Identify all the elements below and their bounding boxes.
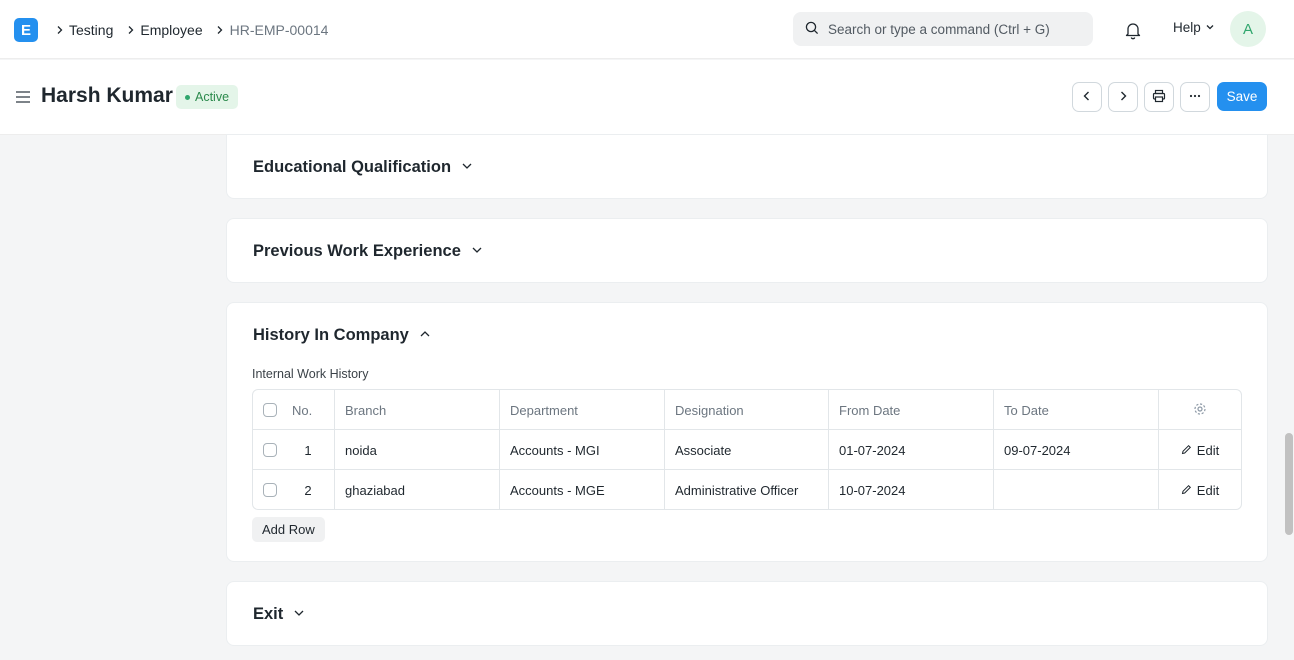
chevron-left-icon — [1081, 90, 1093, 105]
breadcrumb-testing[interactable]: Testing — [69, 22, 113, 38]
row-number: 1 — [304, 442, 312, 458]
search-bar[interactable] — [793, 12, 1093, 46]
column-header-department: Department — [500, 390, 665, 430]
column-header-designation: Designation — [665, 390, 829, 430]
help-label: Help — [1173, 20, 1201, 35]
status-label: Active — [195, 90, 230, 104]
save-button[interactable]: Save — [1217, 82, 1267, 111]
chevron-down-icon — [461, 158, 473, 177]
column-header-from-date: From Date — [829, 390, 994, 430]
cell-to-date[interactable] — [994, 470, 1159, 509]
exit-section: Exit — [226, 581, 1268, 646]
column-header-no: No. — [287, 390, 335, 430]
edit-row-button[interactable]: Edit — [1159, 430, 1241, 470]
search-input[interactable] — [828, 21, 1078, 37]
section-header-educational[interactable]: Educational Qualification — [253, 158, 473, 177]
section-title: History In Company — [253, 326, 409, 344]
previous-record-button[interactable] — [1072, 82, 1102, 112]
breadcrumb-employee[interactable]: Employee — [140, 22, 202, 38]
search-icon — [805, 21, 819, 38]
pencil-icon — [1181, 443, 1192, 458]
page-scrollbar[interactable] — [1284, 135, 1294, 660]
chevron-down-icon — [293, 605, 305, 624]
page-head: Harsh Kumar Active Save — [0, 60, 1294, 135]
section-header-previous-work[interactable]: Previous Work Experience — [253, 242, 483, 261]
cell-department[interactable]: Accounts - MGI — [500, 430, 665, 470]
printer-icon — [1152, 89, 1166, 106]
ellipsis-icon — [1188, 89, 1202, 106]
row-checkbox[interactable] — [263, 443, 277, 457]
breadcrumb-current[interactable]: HR-EMP-00014 — [230, 22, 329, 38]
edit-label: Edit — [1196, 482, 1220, 498]
next-record-button[interactable] — [1108, 82, 1138, 112]
app-logo[interactable]: E — [14, 18, 38, 42]
status-badge: Active — [176, 85, 239, 109]
cell-from-date[interactable]: 10-07-2024 — [829, 470, 994, 509]
section-title: Exit — [253, 605, 284, 623]
cell-to-date[interactable]: 09-07-2024 — [994, 430, 1159, 470]
edit-row-button[interactable]: Edit — [1159, 470, 1241, 509]
navbar: E Testing Employee HR-EMP-00014 Help A — [0, 0, 1294, 59]
add-row-button[interactable]: Add Row — [252, 517, 325, 542]
notification-bell-icon[interactable] — [1122, 19, 1144, 41]
more-actions-button[interactable] — [1180, 82, 1210, 112]
column-settings-button[interactable] — [1159, 390, 1241, 430]
section-title: Educational Qualification — [253, 158, 452, 176]
previous-work-experience-section: Previous Work Experience — [226, 218, 1268, 283]
table-header-row: No. Branch Department Designation From D… — [253, 390, 1241, 430]
scrollbar-thumb[interactable] — [1285, 433, 1293, 535]
table-row[interactable]: 1 noida Accounts - MGI Associate 01-07-2… — [253, 430, 1241, 470]
chevron-right-icon — [211, 25, 230, 35]
chevron-right-icon — [1117, 90, 1129, 105]
chevron-right-icon — [121, 25, 140, 35]
internal-work-history-label: Internal Work History — [252, 367, 369, 381]
cell-branch[interactable]: noida — [335, 430, 500, 470]
select-all-checkbox[interactable] — [263, 403, 277, 417]
status-dot-icon — [185, 94, 190, 100]
help-dropdown[interactable]: Help — [1173, 20, 1215, 35]
table-row[interactable]: 2 ghaziabad Accounts - MGE Administrativ… — [253, 470, 1241, 509]
chevron-up-icon — [419, 326, 431, 345]
cell-branch[interactable]: ghaziabad — [335, 470, 500, 509]
cell-from-date[interactable]: 01-07-2024 — [829, 430, 994, 470]
column-header-branch: Branch — [335, 390, 500, 430]
sidebar-toggle-icon[interactable] — [15, 89, 31, 105]
section-header-exit[interactable]: Exit — [253, 605, 305, 624]
section-header-history[interactable]: History In Company — [253, 326, 431, 345]
column-header-to-date: To Date — [994, 390, 1159, 430]
internal-work-history-table: No. Branch Department Designation From D… — [252, 389, 1242, 510]
cell-department[interactable]: Accounts - MGE — [500, 470, 665, 509]
cell-designation[interactable]: Administrative Officer — [665, 470, 829, 509]
print-button[interactable] — [1144, 82, 1174, 112]
chevron-down-icon — [471, 242, 483, 261]
educational-qualification-section: Educational Qualification — [226, 134, 1268, 199]
row-checkbox[interactable] — [263, 483, 277, 497]
gear-icon — [1193, 402, 1207, 419]
cell-designation[interactable]: Associate — [665, 430, 829, 470]
row-number: 2 — [304, 482, 312, 498]
page-title: Harsh Kumar — [41, 84, 173, 107]
section-title: Previous Work Experience — [253, 242, 461, 260]
breadcrumb: Testing Employee HR-EMP-00014 — [50, 0, 336, 59]
chevron-right-icon — [50, 25, 69, 35]
edit-label: Edit — [1196, 442, 1220, 458]
avatar[interactable]: A — [1230, 11, 1266, 47]
chevron-down-icon — [1205, 20, 1215, 35]
pencil-icon — [1181, 483, 1192, 498]
